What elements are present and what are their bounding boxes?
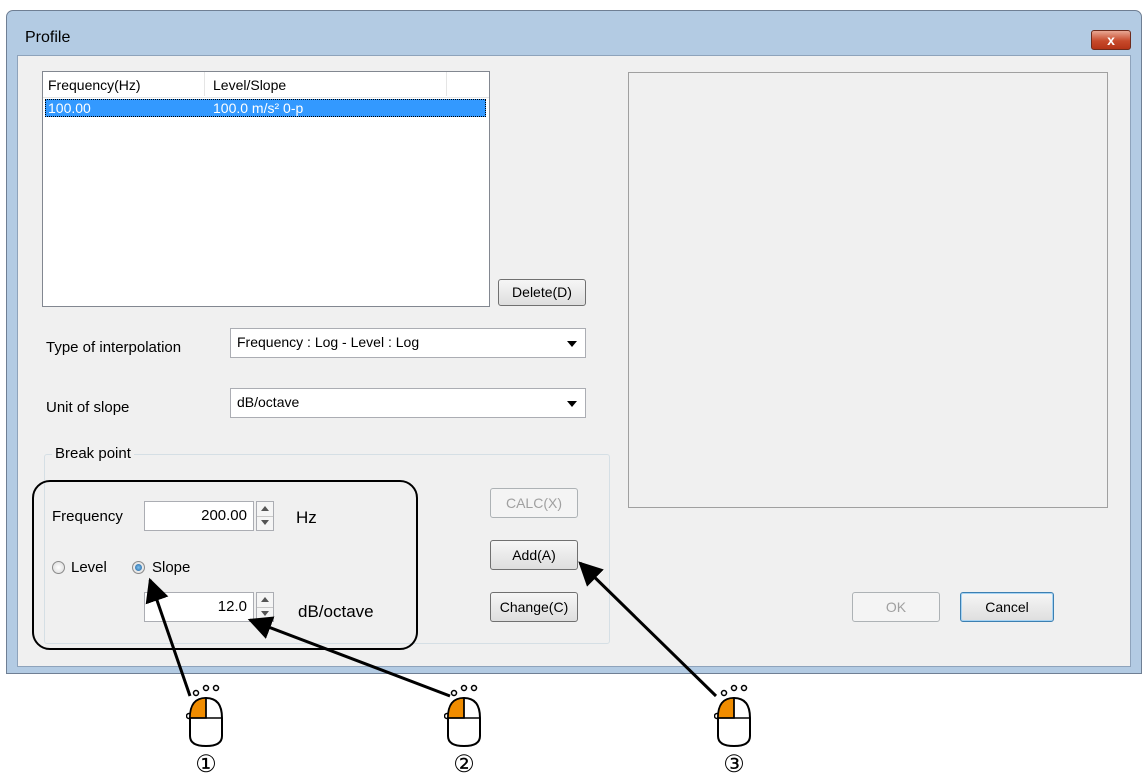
arrow-1 xyxy=(145,577,192,697)
arrow-3 xyxy=(578,561,718,698)
step-number-1: ① xyxy=(195,751,217,778)
step-number-3: ③ xyxy=(723,751,745,778)
mouse-click-icon xyxy=(186,684,223,748)
step-number-2: ② xyxy=(453,751,475,778)
arrow-2 xyxy=(247,616,451,698)
annotation-arrows xyxy=(145,561,718,698)
mouse-click-icon xyxy=(444,684,481,748)
mouse-click-icon xyxy=(714,684,751,748)
